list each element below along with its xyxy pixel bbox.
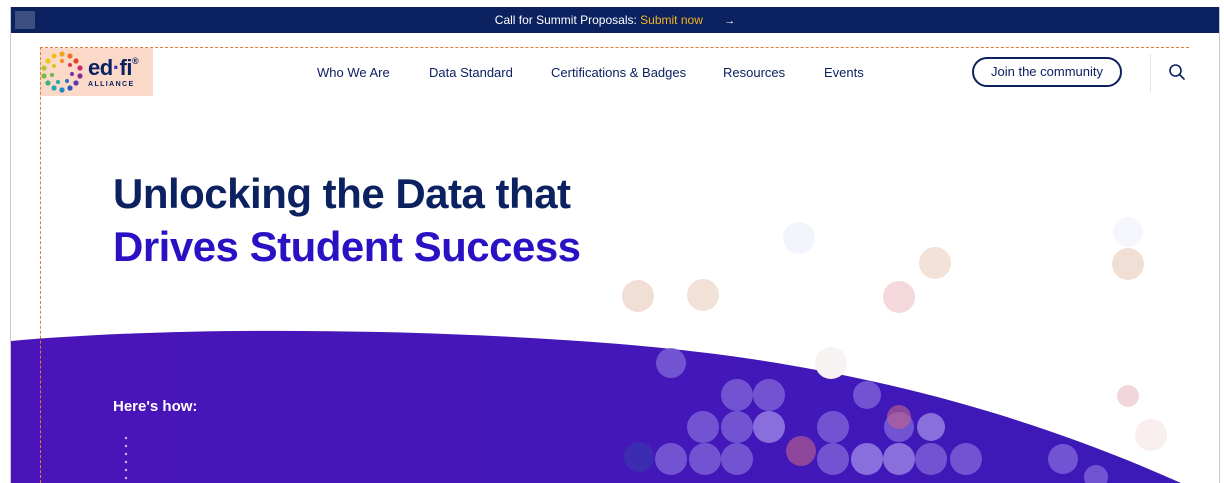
decor-dot <box>883 281 915 313</box>
decor-dot <box>915 443 947 475</box>
decor-dot <box>783 222 815 254</box>
search-icon[interactable] <box>1168 63 1186 86</box>
decor-dot <box>815 347 847 379</box>
decor-dot <box>919 247 951 279</box>
browser-viewport: Call for Summit Proposals: Submit now → <box>10 7 1220 483</box>
decor-dot <box>622 280 654 312</box>
decor-dot <box>817 411 849 443</box>
decor-dot <box>753 411 785 443</box>
decor-dot <box>1112 248 1144 280</box>
decor-dot <box>817 443 849 475</box>
logo-tagline: ALLIANCE <box>88 80 135 88</box>
decor-dot <box>786 436 816 466</box>
decor-dot <box>1048 444 1078 474</box>
decor-dot <box>687 279 719 311</box>
decor-dot <box>655 443 687 475</box>
decor-dot <box>883 443 915 475</box>
decor-dot <box>624 442 654 472</box>
nav-data-standard[interactable]: Data Standard <box>429 65 513 80</box>
nav-who-we-are[interactable]: Who We Are <box>317 65 390 80</box>
decor-dot <box>687 411 719 443</box>
decor-dot <box>917 413 945 441</box>
decor-dot <box>721 411 753 443</box>
hero-line-2: Drives Student Success <box>113 223 581 270</box>
decor-dot <box>1135 419 1167 451</box>
decor-dot <box>721 379 753 411</box>
nav-events[interactable]: Events <box>824 65 864 80</box>
decor-dot <box>853 381 881 409</box>
nav-resources[interactable]: Resources <box>723 65 785 80</box>
decor-dot <box>721 443 753 475</box>
decor-dot <box>950 443 982 475</box>
decor-dot <box>689 443 721 475</box>
section-heading: Here's how: <box>113 398 198 415</box>
join-community-button[interactable]: Join the community <box>972 57 1122 87</box>
nav-certifications-badges[interactable]: Certifications & Badges <box>551 65 686 80</box>
hero-line-1: Unlocking the Data that <box>113 170 571 217</box>
vertical-dots <box>124 436 128 480</box>
decor-dot <box>656 348 686 378</box>
decor-dot <box>851 443 883 475</box>
registered-mark: ® <box>131 55 139 66</box>
decor-dot <box>1113 217 1143 247</box>
decor-dot <box>753 379 785 411</box>
decor-dot <box>1117 385 1139 407</box>
decor-dot <box>887 405 911 429</box>
hero-heading: Unlocking the Data that Drives Student S… <box>113 167 581 273</box>
